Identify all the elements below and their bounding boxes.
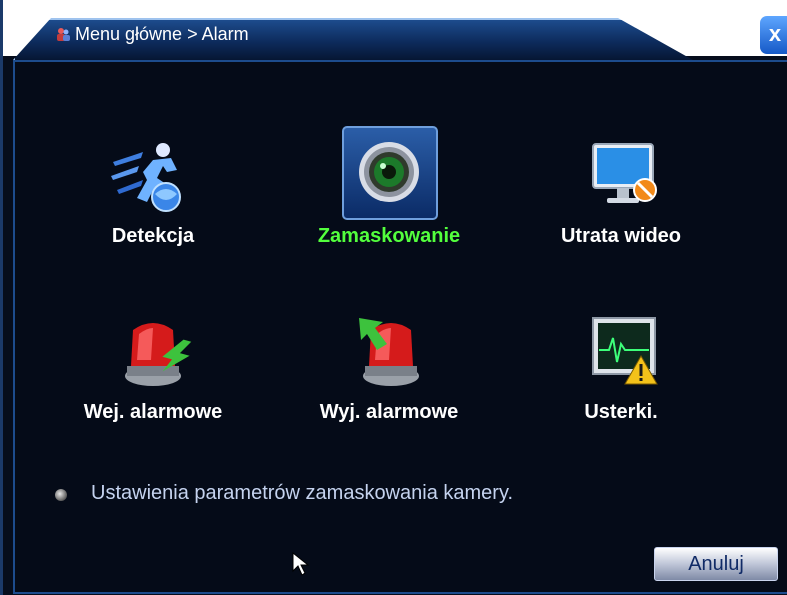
alarm-input-siren-icon: [103, 308, 203, 408]
hint-text: Ustawienia parametrów zamaskowania kamer…: [91, 482, 514, 504]
camera-mask-eye-icon: [339, 132, 439, 232]
tile-wyj-alarmowe[interactable]: Wyj. alarmowe: [299, 308, 479, 438]
tile-usterki[interactable]: Usterki.: [531, 308, 711, 438]
close-button[interactable]: x: [760, 16, 787, 54]
tile-zamaskowanie[interactable]: Zamaskowanie: [299, 132, 479, 262]
window-title-text: Menu główne > Alarm: [75, 24, 249, 44]
cancel-button[interactable]: Anuluj: [654, 547, 778, 581]
tile-label-wej-alarmowe: Wej. alarmowe: [83, 401, 223, 423]
close-icon: x: [768, 21, 782, 46]
tile-utrata-wideo[interactable]: Utrata wideo: [531, 132, 711, 262]
hint-bullet-icon: [55, 489, 67, 501]
tile-label-detekcja: Detekcja: [111, 225, 195, 247]
menu-person-icon: [55, 23, 71, 41]
alarm-menu-window: Menu główne > Alarm x Detekcja Zamaskowa…: [0, 0, 787, 595]
mouse-cursor-icon: [291, 551, 311, 577]
tile-label-usterki: Usterki.: [584, 401, 658, 423]
tile-label-zamaskowanie: Zamaskowanie: [317, 225, 461, 247]
tile-label-utrata-wideo: Utrata wideo: [560, 225, 682, 247]
alarm-output-siren-icon: [339, 308, 439, 408]
video-loss-monitor-icon: [571, 132, 671, 232]
motion-detection-icon: [103, 132, 203, 232]
window-title: Menu główne > Alarm: [55, 21, 249, 47]
abnormality-warning-icon: [571, 308, 671, 408]
tile-detekcja[interactable]: Detekcja: [63, 132, 243, 262]
tile-label-wyj-alarmowe: Wyj. alarmowe: [319, 401, 459, 423]
tile-wej-alarmowe[interactable]: Wej. alarmowe: [63, 308, 243, 438]
